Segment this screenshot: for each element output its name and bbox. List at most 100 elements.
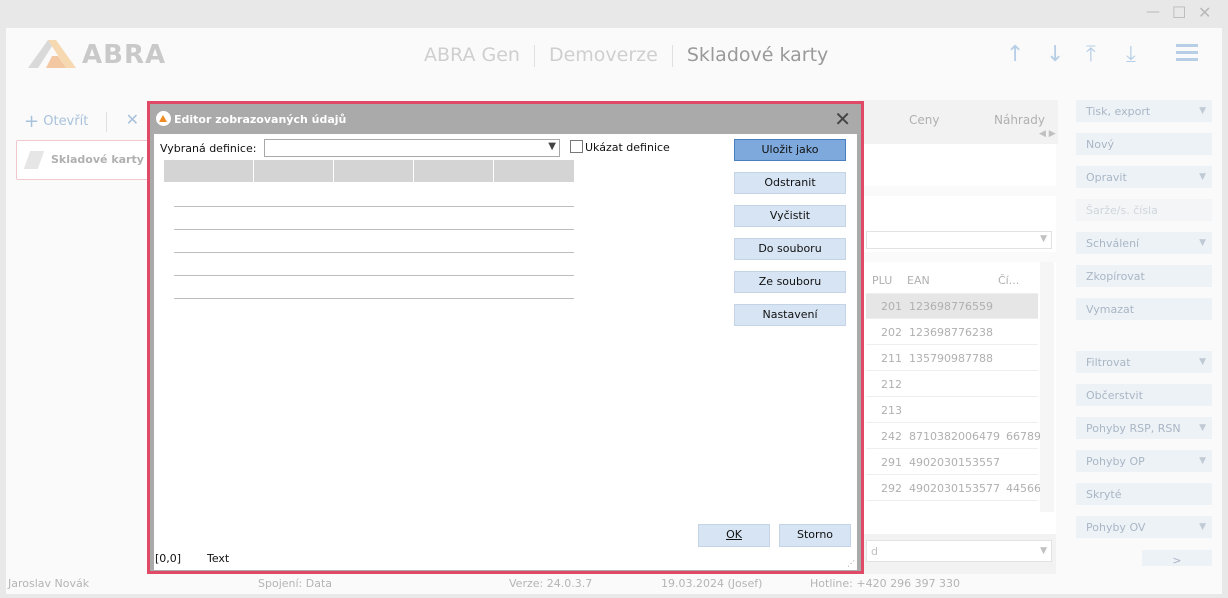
chevron-down-icon: ▼ [1199, 423, 1206, 433]
abra-app-icon [156, 111, 171, 126]
bg-filter-combo[interactable]: ▼ [866, 231, 1052, 249]
dialog-title: Editor zobrazovaných údajů [174, 113, 347, 126]
close-window-button[interactable]: ✕ [1198, 3, 1211, 22]
minimize-button[interactable]: — [1146, 4, 1160, 20]
sidebar-button-label: Skryté [1086, 488, 1122, 501]
cell-ean: 123698776559 [909, 300, 993, 313]
bg-panel-top [858, 144, 1056, 186]
resize-grip-icon[interactable]: ⋰ [847, 559, 855, 568]
chevron-down-icon: ▼ [1199, 456, 1206, 466]
table-row[interactable] [174, 252, 574, 253]
sidebar-button-4[interactable]: Schválení ▼ [1076, 232, 1212, 254]
save-as-button[interactable]: Uložit jako [734, 139, 846, 161]
settings-button[interactable]: Nastavení [734, 304, 846, 326]
sidebar-button-5[interactable]: Zkopírovat [1076, 265, 1212, 287]
sidebar-button-1[interactable]: Nový [1076, 133, 1212, 155]
sidebar-button-6[interactable]: Vymazat [1076, 298, 1212, 320]
table-row[interactable]: 212 [866, 372, 1038, 397]
remove-button[interactable]: Odstranit [734, 172, 846, 194]
ok-button[interactable]: OK [698, 524, 770, 547]
table-row[interactable] [174, 229, 574, 230]
cell-plu: 213 [881, 404, 902, 417]
grid-scrollbar[interactable] [1040, 262, 1054, 512]
cell-plu: 202 [881, 326, 902, 339]
sidebar-button-label: Pohyby RSP, RSN [1086, 422, 1181, 435]
arrow-down-icon[interactable]: ↓ [1046, 42, 1064, 67]
col-plu[interactable]: PLU [872, 274, 892, 287]
status-date: 19.03.2024 (Josef) [661, 577, 763, 590]
grid-header: PLU EAN Čí... [866, 268, 1038, 294]
cell-plu: 212 [881, 378, 902, 391]
definition-select[interactable]: ▼ [264, 139, 560, 157]
sidebar-button-label: Schválení [1086, 237, 1140, 250]
sidebar-button-label: Filtrovat [1086, 356, 1131, 369]
tab-ceny[interactable]: Ceny [909, 113, 939, 127]
clear-button[interactable]: Vyčistit [734, 205, 846, 227]
table-row[interactable]: 291 4902030153557 [866, 450, 1038, 475]
col-other[interactable]: Čí... [998, 274, 1019, 287]
table-row[interactable] [174, 298, 574, 299]
chevron-down-icon: ▼ [1199, 238, 1206, 248]
card-icon [23, 151, 45, 169]
sidebar-button-11[interactable]: Skryté [1076, 483, 1212, 505]
arrow-bottom-icon[interactable]: ⤓ [1126, 42, 1136, 67]
table-row[interactable]: 201 123698776559 [866, 294, 1038, 319]
sidebar-button-12[interactable]: Pohyby OV ▼ [1076, 516, 1212, 538]
arrow-top-icon[interactable]: ⤒ [1086, 42, 1096, 67]
breadcrumb-app[interactable]: ABRA Gen [424, 44, 520, 66]
chevron-down-icon: ▼ [1199, 106, 1206, 116]
menu-icon[interactable] [1176, 44, 1198, 62]
sidebar-button-label: Opravit [1086, 171, 1127, 184]
cursor-position: [0,0] [155, 552, 182, 565]
tab-skladove-karty[interactable]: Skladové karty [16, 140, 158, 180]
chevron-down-icon: ▼ [1199, 522, 1206, 532]
sidebar-button-label: Tisk, export [1086, 105, 1151, 118]
cancel-button[interactable]: Storno [779, 524, 851, 547]
bg-bottom-combo[interactable]: d ▼ [866, 540, 1052, 562]
sidebar-button-9[interactable]: Pohyby RSP, RSN ▼ [1076, 417, 1212, 439]
sidebar-button-10[interactable]: Pohyby OP ▼ [1076, 450, 1212, 472]
open-button[interactable]: Otevřít [43, 114, 88, 129]
sidebar-button-2[interactable]: Opravit ▼ [1076, 166, 1212, 188]
cell-ean: 4902030153577 [909, 482, 1000, 495]
chevron-down-icon: ▼ [1199, 357, 1206, 367]
tab-nahrady[interactable]: Náhrady [994, 113, 1045, 127]
breadcrumb-company[interactable]: Demoverze [549, 44, 658, 66]
checkbox-box[interactable] [570, 140, 583, 153]
to-file-button[interactable]: Do souboru [734, 238, 846, 260]
sidebar-button-0[interactable]: Tisk, export ▼ [1076, 100, 1212, 122]
sidebar-button-label: Šarže/s. čísla [1086, 204, 1158, 217]
table-row[interactable]: 211 135790987788 [866, 346, 1038, 371]
tabs-scroll-icon[interactable]: ◀ ▶ [1039, 129, 1056, 139]
cell-plu: 291 [881, 456, 902, 469]
sidebar-button-7[interactable]: Filtrovat ▼ [1076, 351, 1212, 373]
table-row[interactable]: 292 4902030153577 445666 [866, 476, 1048, 501]
cell-ean: 8710382006479 [909, 430, 1000, 443]
sidebar-button-label: Pohyby OV [1086, 521, 1146, 534]
from-file-button[interactable]: Ze souboru [734, 271, 846, 293]
sidebar-button-8[interactable]: Občerstvit [1076, 384, 1212, 406]
status-version: Verze: 24.0.3.7 [509, 577, 593, 590]
sidebar-button-label: Nový [1086, 138, 1114, 151]
chevron-down-icon: ▼ [548, 141, 556, 152]
show-definition-checkbox[interactable]: Ukázat definice [570, 140, 670, 154]
table-row[interactable] [174, 275, 574, 276]
close-tab-icon[interactable]: ✕ [126, 110, 139, 129]
status-connection: Spojení: Data [258, 577, 333, 590]
arrow-up-icon[interactable]: ↑ [1006, 42, 1024, 67]
table-row[interactable]: 213 [866, 398, 1038, 423]
sidebar-more-button[interactable]: > [1142, 550, 1212, 567]
sidebar-button-3[interactable]: Šarže/s. čísla [1076, 199, 1212, 221]
plus-icon[interactable]: + [24, 111, 39, 132]
dialog-close-icon[interactable]: ✕ [834, 107, 851, 131]
sidebar-button-label: Zkopírovat [1086, 270, 1145, 283]
page-title: Skladové karty [686, 44, 829, 66]
cell-plu: 242 [881, 430, 902, 443]
table-row[interactable]: 242 8710382006479 667892 [866, 424, 1048, 449]
table-row[interactable] [174, 206, 574, 207]
abra-logo-icon [28, 40, 76, 68]
dialog-titlebar[interactable]: Editor zobrazovaných údajů ✕ [150, 104, 861, 134]
table-row[interactable]: 202 123698776238 [866, 320, 1038, 345]
col-ean[interactable]: EAN [907, 274, 930, 287]
maximize-button[interactable]: ☐ [1172, 3, 1186, 22]
